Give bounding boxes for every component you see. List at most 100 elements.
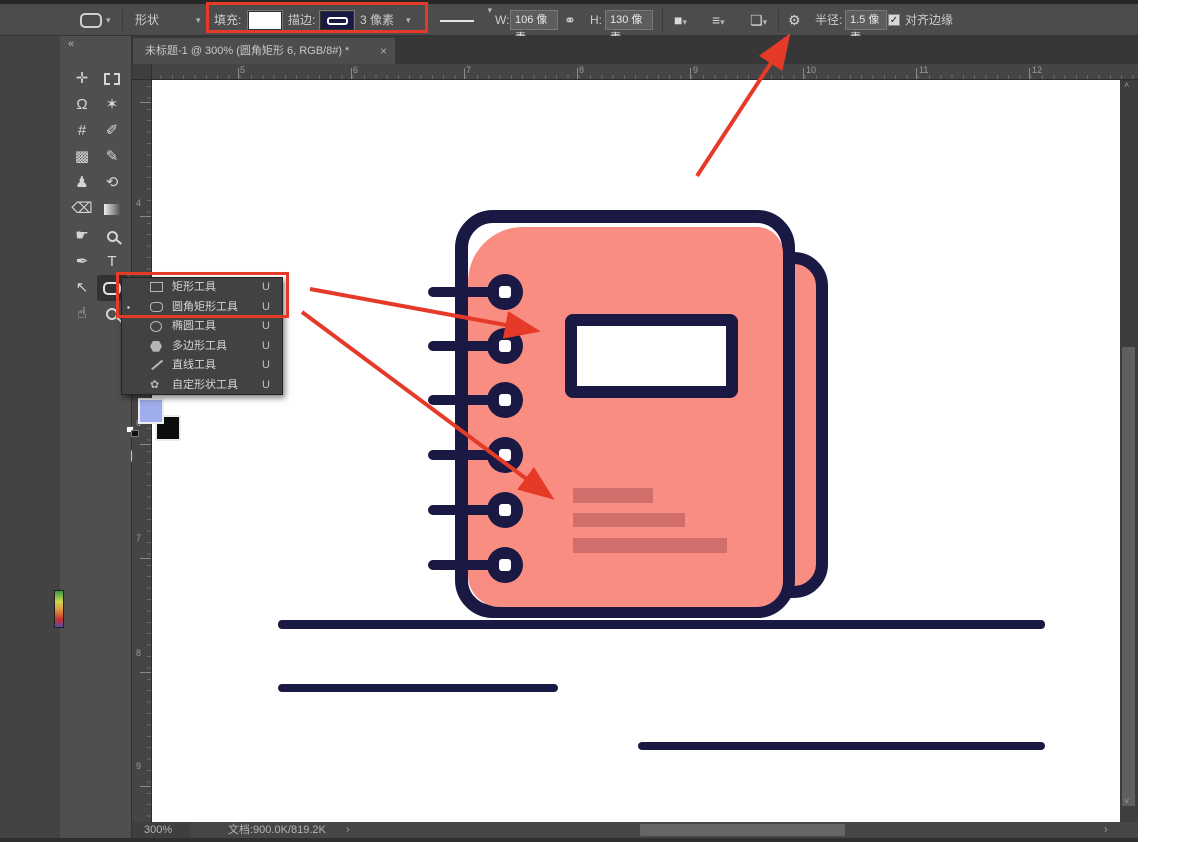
ruler-horizontal: 5 6 7 8 9 10 11 12 [132,64,1138,80]
vertical-scrollbar[interactable]: ˄ ˅ [1120,80,1138,806]
ruler-number: 5 [240,65,245,75]
link-dimensions-icon[interactable]: ⚭ [564,4,576,36]
notebook-text-bar [573,488,653,503]
menu-item-shortcut: U [262,337,270,357]
smudge-tool[interactable]: ☛ [67,223,97,249]
ground-line [278,684,558,692]
notebook-text-bar [573,513,685,527]
menu-item-shortcut: U [262,317,270,337]
gradient-tool[interactable] [97,196,127,222]
path-arrangement-button[interactable]: ❏▾ [750,4,767,36]
height-label: H: [590,4,602,36]
rounded-rectangle-tool-icon[interactable] [80,13,102,28]
document-size-info: 文档:900.0K/819.2K [228,822,326,838]
ruler-number: 6 [353,65,358,75]
menu-item-label: 椭圆工具 [172,317,216,337]
width-input[interactable]: 106 像素 [510,10,558,30]
clone-stamp-tool[interactable]: ♟ [67,170,97,196]
ruler-number: 12 [1032,65,1042,75]
shape-mode-caret-icon[interactable]: ▾ [196,4,201,36]
photoshop-window: ▾ 形状 ▾ 填充: 描边: 3 像素 ▾ ▾ W: 106 像素 ⚭ H: 1… [0,0,1138,842]
polygon-icon [150,341,162,352]
app-left-gutter [0,36,60,842]
path-alignment-button[interactable]: ≡▾ [712,4,725,36]
stroke-type-select[interactable]: ▾ [438,12,492,30]
marquee-icon [104,73,120,85]
tools-panel: « ✛ Ω ✶ # ✐ ▩ ✎ ♟ ⟲ ⌫ ☛ ✒ T ↖ ☝ ●●● ⇄ [60,36,132,842]
spiral-ring [487,547,523,583]
ruler-vertical: 4 6 7 8 9 [132,80,152,822]
separator [122,9,123,31]
menu-item-ellipse-tool[interactable]: 椭圆工具 U [122,317,282,337]
ruler-number: 4 [136,198,141,208]
annotation-box-menu [116,272,289,318]
collapse-panel-button[interactable]: « [68,38,74,50]
ruler-number: 7 [136,533,141,543]
stroke-type-caret-icon: ▾ [487,5,492,16]
vertical-scrollbar-thumb[interactable] [1122,347,1135,806]
status-chevron-icon[interactable]: › [346,822,350,838]
horizontal-scrollbar-thumb[interactable] [640,824,845,836]
ruler-number: 11 [919,65,928,75]
height-input[interactable]: 130 像素 [605,10,653,30]
close-tab-icon[interactable]: × [380,38,387,64]
line-style-icon [440,20,474,22]
foreground-color-swatch[interactable] [138,398,164,424]
photoshop-screenshot: ▾ 形状 ▾ 填充: 描边: 3 像素 ▾ ▾ W: 106 像素 ⚭ H: 1… [0,0,1200,842]
document-tab-bar: 未标题-1 @ 300% (圆角矩形 6, RGB/8#) * × [132,36,1138,64]
window-bottom-edge [0,838,1138,842]
eraser-tool[interactable]: ⌫ [67,196,97,222]
ruler-corner [132,64,152,80]
separator [778,9,779,31]
path-operations-button[interactable]: ■▾ [674,4,687,36]
scroll-up-icon[interactable]: ˄ [1124,80,1129,90]
menu-item-label: 直线工具 [172,356,216,376]
align-edges-label: 对齐边缘 [905,4,953,36]
path-selection-tool[interactable]: ↖ [67,275,97,301]
notebook-text-bar [573,538,727,553]
brush-tool[interactable]: ✎ [97,144,127,170]
menu-item-shortcut: U [262,356,270,376]
ruler-number: 7 [466,65,471,75]
dodge-tool[interactable] [97,223,127,249]
menu-item-shortcut: U [262,376,270,396]
scroll-down-icon[interactable]: ˅ [1124,796,1129,806]
zoom-level-field[interactable]: 300% [132,822,190,838]
pen-tool[interactable]: ✒ [67,249,97,275]
rectangular-marquee-tool[interactable] [97,66,127,92]
menu-item-label: 自定形状工具 [172,376,238,396]
spiral-ring [487,437,523,473]
menu-item-line-tool[interactable]: 直线工具 U [122,356,282,376]
radius-input[interactable]: 1.5 像素 [845,10,887,30]
notebook-label [565,314,738,398]
hand-tool[interactable]: ☝ [67,301,97,327]
spiral-ring [487,328,523,364]
move-tool[interactable]: ✛ [67,66,97,92]
tool-preset-caret-icon[interactable]: ▾ [106,4,111,36]
menu-item-custom-shape-tool[interactable]: ✿ 自定形状工具 U [122,376,282,396]
status-chevron-icon[interactable]: › [1104,822,1108,838]
shape-mode-select[interactable]: 形状 [135,4,159,36]
gradient-icon [104,204,120,215]
lasso-tool[interactable]: Ω [67,92,97,118]
document-tab[interactable]: 未标题-1 @ 300% (圆角矩形 6, RGB/8#) * × [133,38,395,64]
spiral-ring [487,492,523,528]
quick-selection-tool[interactable]: ✶ [97,92,127,118]
separator [662,9,663,31]
line-icon [150,360,163,371]
spot-healing-brush-tool[interactable]: ▩ [67,144,97,170]
width-label: W: [495,4,509,36]
menu-item-polygon-tool[interactable]: 多边形工具 U [122,337,282,357]
default-colors-icon[interactable] [126,426,140,438]
ruler-number: 8 [136,648,141,658]
align-edges-checkbox[interactable]: ✓ [888,14,900,26]
history-brush-tool[interactable]: ⟲ [97,170,127,196]
dodge-icon [107,231,118,242]
crop-tool[interactable]: # [67,118,97,144]
tool-options-bar: ▾ 形状 ▾ 填充: 描边: 3 像素 ▾ ▾ W: 106 像素 ⚭ H: 1… [0,4,1138,36]
eyedropper-tool[interactable]: ✐ [97,118,127,144]
gear-settings-button[interactable]: ⚙ [788,4,801,36]
spiral-ring [487,382,523,418]
ruler-number: 8 [579,65,584,75]
color-bar-widget [54,590,64,628]
